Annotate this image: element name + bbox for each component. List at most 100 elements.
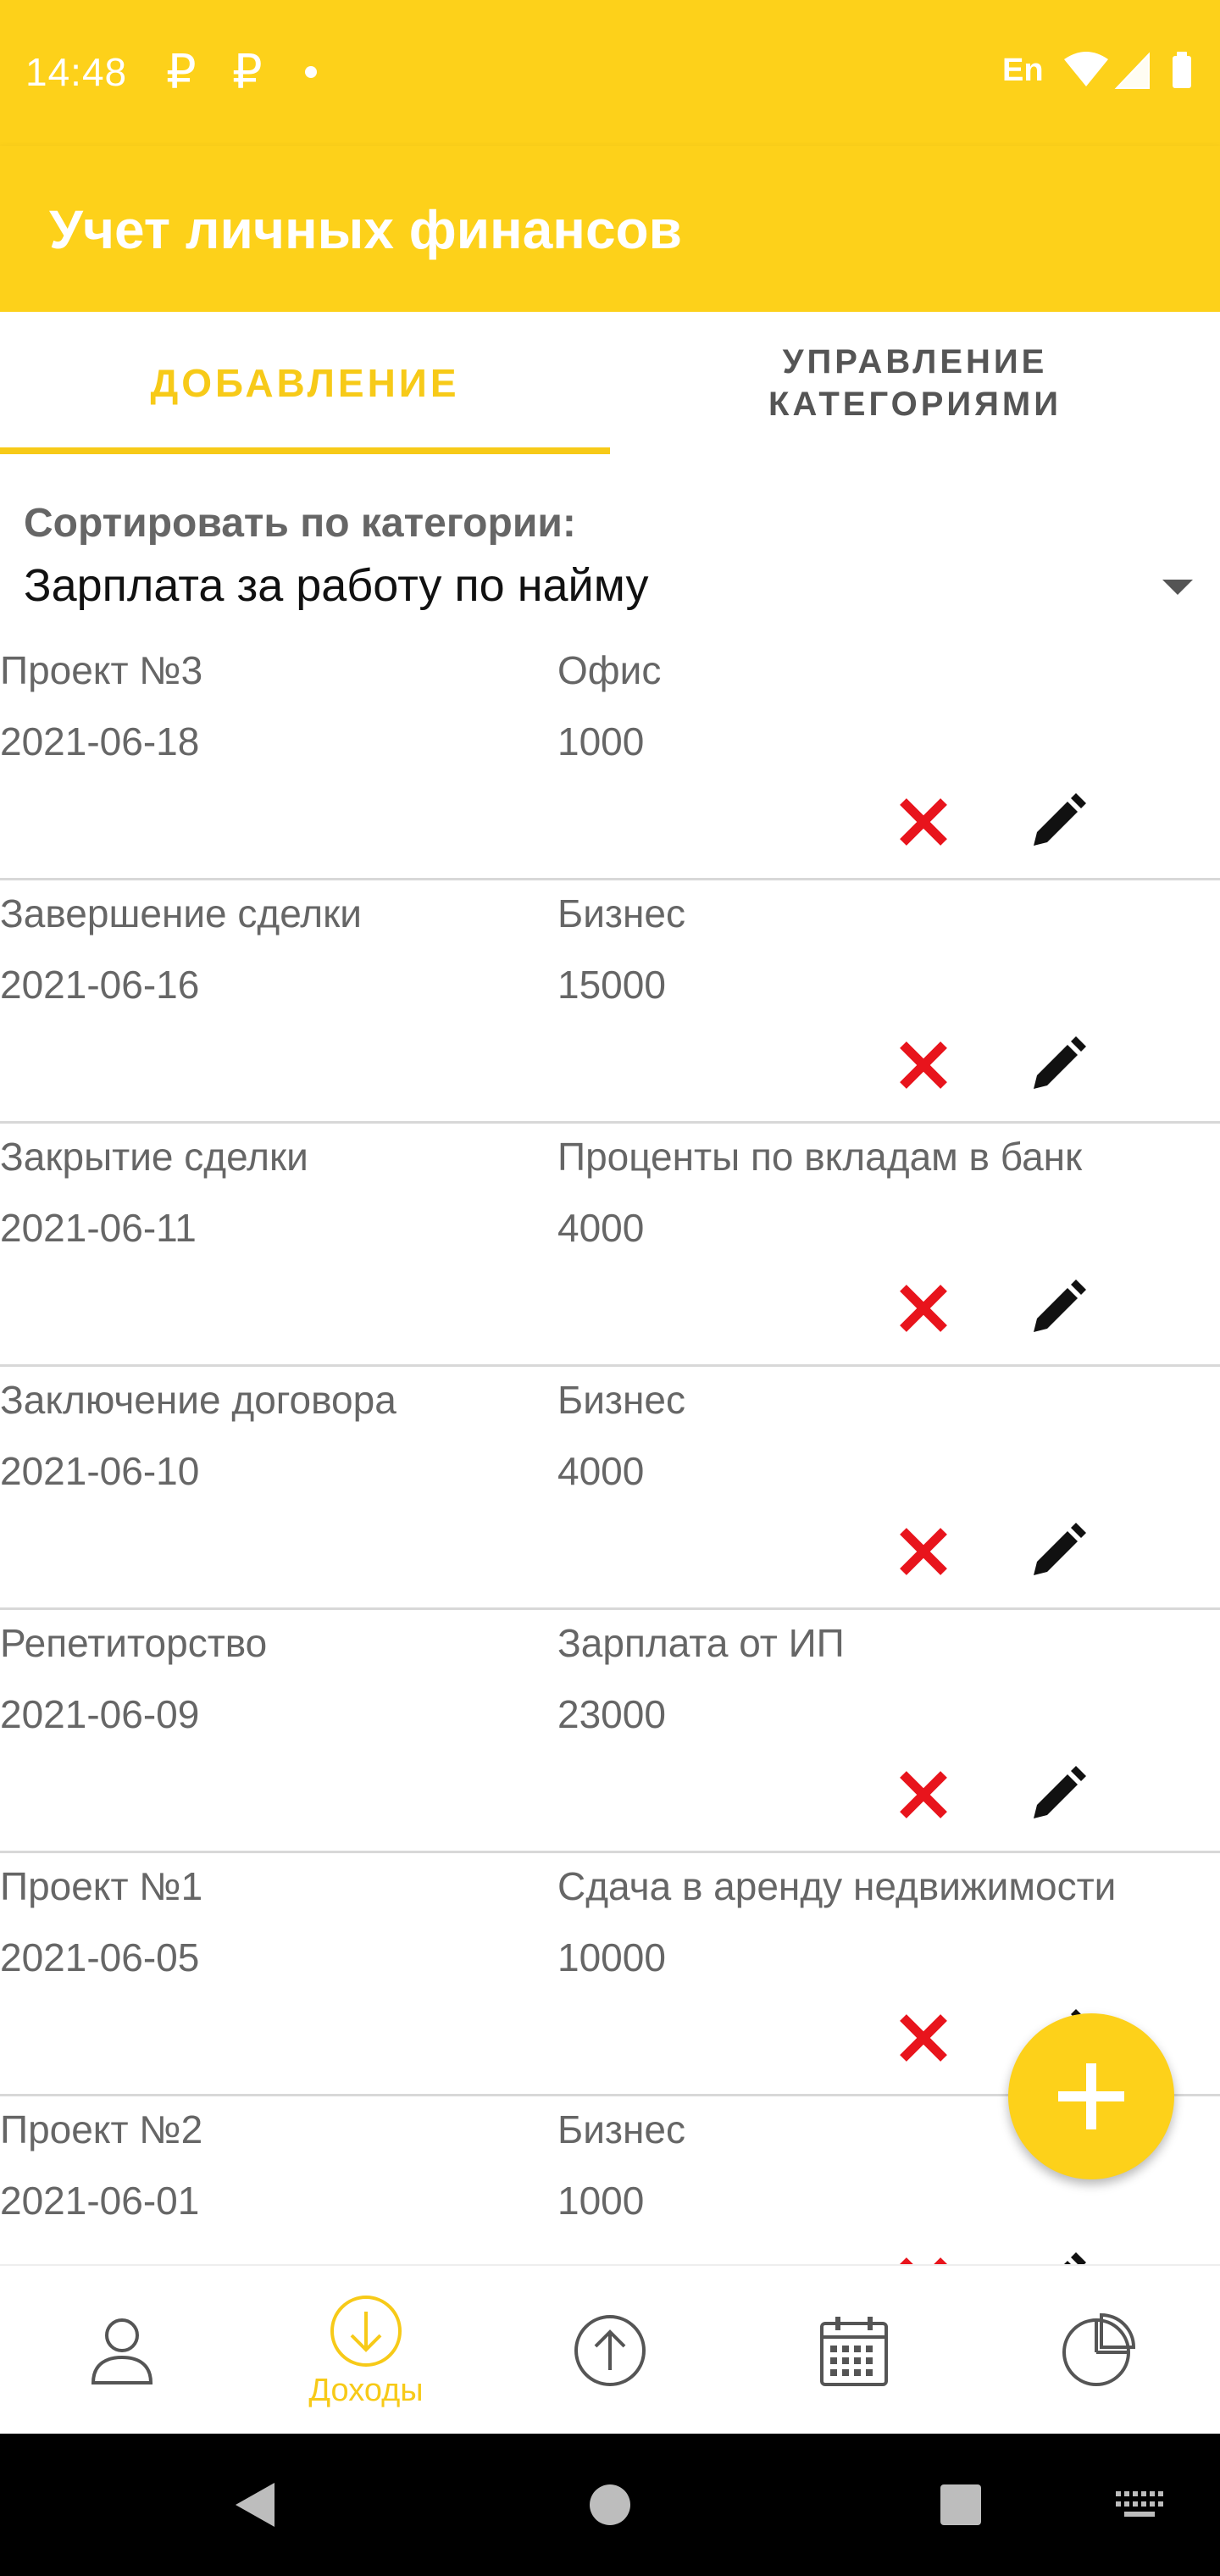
edit-button[interactable] (1027, 1518, 1091, 1582)
entry-name: Завершение сделки (0, 891, 362, 935)
screen: 14:48 ₽ ₽ En Учет личных финансов ДОБАВЛ… (0, 0, 1220, 2576)
edit-button[interactable] (1027, 2247, 1091, 2264)
entry-amount: 4000 (557, 1206, 645, 1250)
tab-manage-categories[interactable]: УПРАВЛЕНИЕ КАТЕГОРИЯМИ (610, 312, 1220, 454)
entry-name: Репетиторство (0, 1621, 268, 1665)
sort-selected-value: Зарплата за работу по найму (24, 560, 649, 611)
ruble-notification-icon: ₽ (166, 45, 197, 98)
entry-category: Зарплата от ИП (557, 1621, 845, 1665)
app-title: Учет личных финансов (49, 199, 682, 260)
list-item: Проект №3 2021-06-18 Офис 1000 (0, 637, 1220, 880)
nav-statistics[interactable] (976, 2266, 1220, 2435)
pencil-icon (1064, 2252, 1086, 2264)
list-item: Закрытие сделки 2021-06-11 Проценты по в… (0, 1124, 1220, 1367)
plus-icon (1058, 2063, 1124, 2129)
system-navigation-bar (0, 2434, 1220, 2576)
nav-expenses[interactable] (488, 2266, 732, 2435)
tab-manage-label-line1: УПРАВЛЕНИЕ (782, 343, 1048, 380)
entry-category: Бизнес (557, 2107, 685, 2151)
add-entry-fab[interactable] (1008, 2013, 1174, 2179)
close-icon (900, 1771, 947, 1818)
tab-bar: ДОБАВЛЕНИЕ УПРАВЛЕНИЕ КАТЕГОРИЯМИ (0, 312, 1220, 454)
home-button[interactable] (576, 2434, 644, 2576)
edit-button[interactable] (1027, 1031, 1091, 1096)
tab-manage-label-line2: КАТЕГОРИЯМИ (768, 386, 1062, 423)
edit-button[interactable] (1027, 788, 1091, 852)
close-icon (900, 798, 947, 846)
entry-category: Сдача в аренду недвижимости (557, 1864, 1117, 1908)
back-button[interactable] (220, 2434, 288, 2576)
sort-label: Сортировать по категории: (24, 501, 576, 546)
entry-date: 2021-06-09 (0, 1692, 200, 1736)
entry-name: Проект №1 (0, 1864, 203, 1908)
delete-button[interactable] (891, 1033, 956, 1097)
category-sort-select[interactable]: Зарплата за работу по найму (24, 559, 1193, 620)
wifi-icon (1064, 52, 1108, 86)
edit-button[interactable] (1027, 1274, 1091, 1339)
delete-button[interactable] (891, 790, 956, 854)
pie-chart-icon (1062, 2313, 1135, 2386)
ruble-notification-icon: ₽ (232, 45, 263, 98)
bottom-navigation: Доходы (0, 2264, 1220, 2435)
entry-amount: 1000 (557, 2179, 645, 2223)
list-item: Завершение сделки 2021-06-16 Бизнес 1500… (0, 880, 1220, 1124)
delete-button[interactable] (891, 1763, 956, 1827)
nav-income[interactable]: Доходы (244, 2266, 488, 2435)
dropdown-arrow-icon (1162, 580, 1193, 595)
calendar-icon (820, 2317, 888, 2386)
pencil-icon (1034, 1523, 1086, 1575)
recents-icon (940, 2484, 981, 2525)
close-icon (900, 2014, 947, 2062)
delete-button[interactable] (891, 1276, 956, 1341)
delete-button[interactable] (891, 2249, 956, 2264)
entry-date: 2021-06-16 (0, 963, 200, 1007)
tab-add[interactable]: ДОБАВЛЕНИЕ (0, 312, 610, 454)
tab-manage-label: УПРАВЛЕНИЕ КАТЕГОРИЯМИ (768, 341, 1062, 425)
close-icon (900, 2257, 947, 2264)
entry-category: Бизнес (557, 1378, 685, 1422)
status-time: 14:48 (25, 50, 128, 94)
income-list: Проект №3 2021-06-18 Офис 1000 Завершени… (0, 637, 1220, 2264)
edit-button[interactable] (1027, 1761, 1091, 1825)
income-icon (330, 2295, 402, 2367)
profile-icon (91, 2318, 153, 2384)
entry-name: Заключение договора (0, 1378, 396, 1422)
entry-date: 2021-06-05 (0, 1935, 200, 1979)
home-icon (590, 2484, 630, 2525)
entry-category: Офис (557, 648, 662, 692)
entry-date: 2021-06-10 (0, 1449, 200, 1493)
delete-button[interactable] (891, 1519, 956, 1584)
close-icon (900, 1041, 947, 1089)
expense-icon (574, 2315, 646, 2386)
entry-date: 2021-06-18 (0, 719, 200, 763)
keyboard-icon (1116, 2491, 1163, 2517)
entry-date: 2021-06-11 (0, 1206, 197, 1250)
tab-add-label: ДОБАВЛЕНИЕ (150, 361, 460, 405)
entry-name: Закрытие сделки (0, 1135, 308, 1179)
tab-indicator (0, 447, 610, 454)
pencil-icon (1034, 1766, 1086, 1818)
pencil-icon (1034, 1036, 1086, 1089)
entry-name: Проект №3 (0, 648, 203, 692)
entry-amount: 1000 (557, 719, 645, 763)
entry-date: 2021-06-01 (0, 2179, 200, 2223)
entry-name: Проект №2 (0, 2107, 203, 2151)
recents-button[interactable] (927, 2434, 995, 2576)
close-icon (900, 1528, 947, 1575)
entry-category: Бизнес (557, 891, 685, 935)
entry-amount: 15000 (557, 963, 666, 1007)
nav-profile[interactable] (0, 2266, 244, 2435)
close-icon (900, 1285, 947, 1332)
entry-amount: 10000 (557, 1935, 666, 1979)
keyboard-button[interactable] (1101, 2434, 1178, 2576)
back-icon (236, 2483, 274, 2527)
signal-icon (1114, 52, 1150, 89)
list-item: Репетиторство 2021-06-09 Зарплата от ИП … (0, 1610, 1220, 1853)
entry-amount: 23000 (557, 1692, 666, 1736)
status-icons (1064, 51, 1200, 97)
delete-button[interactable] (891, 2006, 956, 2070)
more-notifications-dot-icon (305, 66, 317, 78)
nav-calendar[interactable] (732, 2266, 976, 2435)
app-bar: Учет личных финансов (0, 146, 1220, 312)
status-bar: 14:48 ₽ ₽ En (0, 0, 1220, 146)
